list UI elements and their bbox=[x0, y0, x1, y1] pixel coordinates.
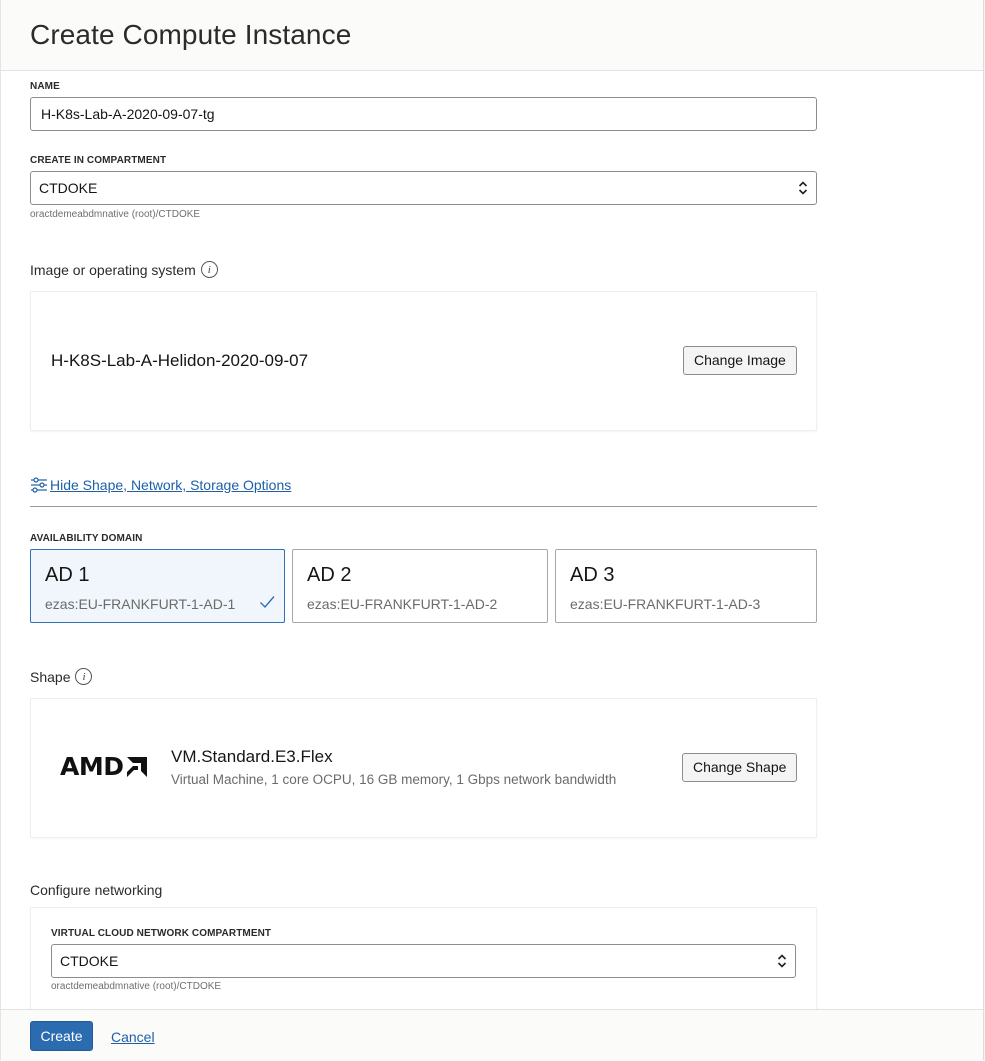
amd-arrow-icon bbox=[127, 756, 148, 777]
ad-card-3[interactable]: AD 3 ezas:EU-FRANKFURT-1-AD-3 bbox=[555, 549, 817, 623]
image-section-label: Image or operating system i bbox=[30, 261, 218, 278]
shape-label: Shape bbox=[30, 668, 71, 685]
name-input[interactable] bbox=[30, 97, 817, 131]
name-label: NAME bbox=[30, 81, 60, 92]
networking-card: VIRTUAL CLOUD NETWORK COMPARTMENT CTDOKE… bbox=[31, 908, 816, 1018]
change-shape-button[interactable]: Change Shape bbox=[682, 753, 798, 782]
ad-title: AD 3 bbox=[570, 564, 615, 586]
image-label: Image or operating system bbox=[30, 261, 196, 278]
section-divider bbox=[30, 506, 817, 507]
select-chevrons-icon bbox=[777, 954, 787, 968]
image-name: H-K8S-Lab-A-Helidon-2020-09-07 bbox=[51, 351, 309, 370]
cancel-link[interactable]: Cancel bbox=[111, 1029, 155, 1045]
info-icon[interactable]: i bbox=[75, 668, 93, 685]
shape-description: Virtual Machine, 1 core OCPU, 16 GB memo… bbox=[171, 772, 617, 787]
change-image-button[interactable]: Change Image bbox=[683, 346, 797, 375]
shape-name: VM.Standard.E3.Flex bbox=[171, 747, 333, 766]
page-title: Create Compute Instance bbox=[30, 19, 352, 50]
networking-label: Configure networking bbox=[30, 882, 163, 898]
ad-subtitle: ezas:EU-FRANKFURT-1-AD-3 bbox=[570, 596, 761, 612]
vcn-compartment-select[interactable]: CTDOKE bbox=[51, 944, 796, 978]
image-card: H-K8S-Lab-A-Helidon-2020-09-07 Change Im… bbox=[31, 292, 816, 430]
compartment-helper: oractdemeabdmnative (root)/CTDOKE bbox=[30, 209, 201, 220]
vcn-compartment-helper: oractdemeabdmnative (root)/CTDOKE bbox=[51, 981, 222, 992]
amd-logo: AMD bbox=[60, 752, 149, 781]
ad-subtitle: ezas:EU-FRANKFURT-1-AD-2 bbox=[307, 596, 498, 612]
vcn-compartment-value: CTDOKE bbox=[60, 953, 119, 969]
sliders-icon bbox=[31, 477, 47, 493]
create-instance-page: Create Compute Instance NAME CREATE IN C… bbox=[0, 0, 984, 1061]
hide-options-link[interactable]: Hide Shape, Network, Storage Options bbox=[30, 476, 291, 494]
ad-subtitle: ezas:EU-FRANKFURT-1-AD-1 bbox=[45, 596, 236, 612]
ad-card-1[interactable]: AD 1 ezas:EU-FRANKFURT-1-AD-1 bbox=[30, 549, 285, 623]
hide-options-text: Hide Shape, Network, Storage Options bbox=[50, 477, 292, 493]
vcn-compartment-label: VIRTUAL CLOUD NETWORK COMPARTMENT bbox=[51, 928, 272, 939]
shape-section-label: Shape i bbox=[30, 668, 93, 685]
create-button[interactable]: Create bbox=[30, 1021, 93, 1051]
footer-bar: Create Cancel bbox=[1, 1009, 983, 1061]
compartment-value: CTDOKE bbox=[39, 180, 98, 196]
availability-domain-label: AVAILABILITY DOMAIN bbox=[30, 533, 143, 544]
page-header: Create Compute Instance bbox=[1, 0, 983, 71]
ad-title: AD 1 bbox=[45, 564, 90, 586]
compartment-label: CREATE IN COMPARTMENT bbox=[30, 155, 167, 166]
ad-title: AD 2 bbox=[307, 564, 352, 586]
info-icon[interactable]: i bbox=[200, 261, 218, 278]
checkmark-icon bbox=[260, 596, 275, 609]
ad-card-2[interactable]: AD 2 ezas:EU-FRANKFURT-1-AD-2 bbox=[292, 549, 548, 623]
compartment-select[interactable]: CTDOKE bbox=[30, 171, 817, 205]
select-chevrons-icon bbox=[798, 181, 808, 195]
shape-card: AMD VM.Standard.E3.Flex Virtual Machine,… bbox=[31, 699, 816, 837]
